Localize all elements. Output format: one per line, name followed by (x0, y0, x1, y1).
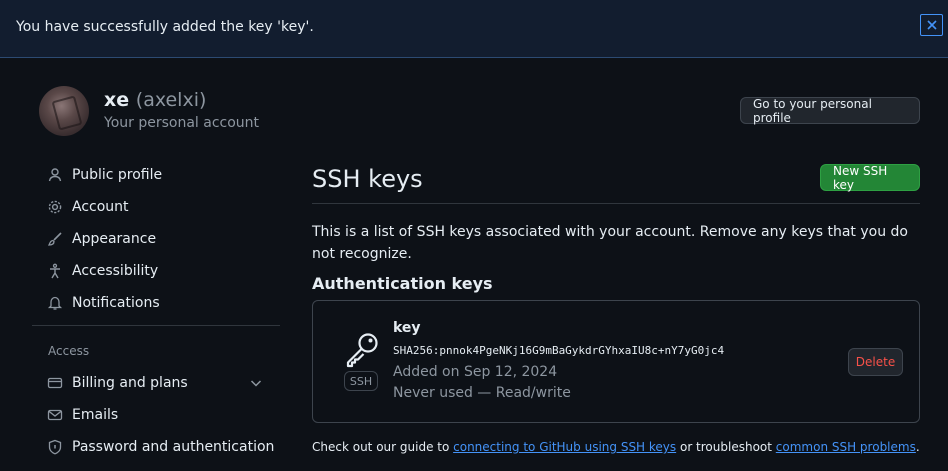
sidebar-divider (32, 325, 280, 326)
sidebar-item-label: Password and authentication (72, 439, 275, 455)
sidebar-item-appearance[interactable]: Appearance (46, 227, 286, 251)
avatar (39, 86, 89, 136)
sidebar-section-heading: Access (48, 344, 90, 358)
close-icon (926, 20, 937, 30)
intro-text: This is a list of SSH keys associated wi… (312, 224, 908, 262)
delete-key-button[interactable]: Delete (848, 348, 903, 376)
title-divider (312, 203, 920, 204)
go-to-profile-button[interactable]: Go to your personal profile (740, 97, 920, 125)
sidebar-item-label: Accessibility (72, 263, 159, 279)
person-icon (46, 166, 64, 184)
flash-close-button[interactable] (920, 14, 943, 36)
key-fingerprint: SHA256:pnnok4PgeNKj16G9mBaGykdrGYhxaIU8c… (393, 344, 725, 357)
sidebar-item-password[interactable]: Password and authentication (46, 435, 286, 459)
key-usage: Never used — Read/write (393, 385, 571, 401)
flash-banner: You have successfully added the key 'key… (0, 0, 948, 58)
ssh-guide-link[interactable]: connecting to GitHub using SSH keys (453, 440, 676, 454)
ssh-badge: SSH (344, 371, 378, 391)
profile-display-name: xe (104, 89, 130, 111)
sidebar-item-label: Emails (72, 407, 119, 423)
sidebar-item-public-profile[interactable]: Public profile (46, 163, 286, 187)
profile-subtitle: Your personal account (104, 115, 260, 131)
mail-icon (46, 406, 64, 424)
sidebar-item-notifications[interactable]: Notifications (46, 291, 286, 315)
chevron-down-icon[interactable] (248, 375, 264, 391)
ssh-troubleshoot-link[interactable]: common SSH problems (776, 440, 916, 454)
sidebar-item-account[interactable]: Account (46, 195, 286, 219)
paintbrush-icon (46, 230, 64, 248)
profile-name: xe (axelxi) (104, 89, 206, 111)
help-note-prefix: Check out our guide to (312, 440, 454, 454)
sidebar-item-label: Appearance (72, 231, 157, 247)
sidebar-item-label: Notifications (72, 295, 160, 311)
help-note-suffix: . (915, 440, 920, 454)
bell-icon (46, 294, 64, 312)
key-added-date: Added on Sep 12, 2024 (393, 364, 558, 380)
sidebar-item-label: Public profile (72, 167, 163, 183)
section-title: Authentication keys (312, 274, 493, 293)
sidebar-item-accessibility[interactable]: Accessibility (46, 259, 286, 283)
ssh-key-list-item (312, 300, 920, 423)
key-title: key (393, 320, 421, 336)
accessibility-icon (46, 262, 64, 280)
page-title: SSH keys (312, 165, 423, 193)
sidebar-item-label: Account (72, 199, 129, 215)
flash-message: You have successfully added the key 'key… (16, 19, 314, 35)
sidebar-item-emails[interactable]: Emails (46, 403, 286, 427)
profile-login: (axelxi) (135, 89, 207, 111)
help-note-middle: or troubleshoot (676, 440, 776, 454)
gear-icon (46, 198, 64, 216)
help-note: Check out our guide to connecting to Git… (312, 440, 920, 454)
credit-card-icon (46, 374, 64, 392)
new-ssh-key-button[interactable]: New SSH key (820, 164, 920, 192)
shield-icon (46, 438, 64, 456)
sidebar-item-label: Billing and plans (72, 375, 188, 391)
